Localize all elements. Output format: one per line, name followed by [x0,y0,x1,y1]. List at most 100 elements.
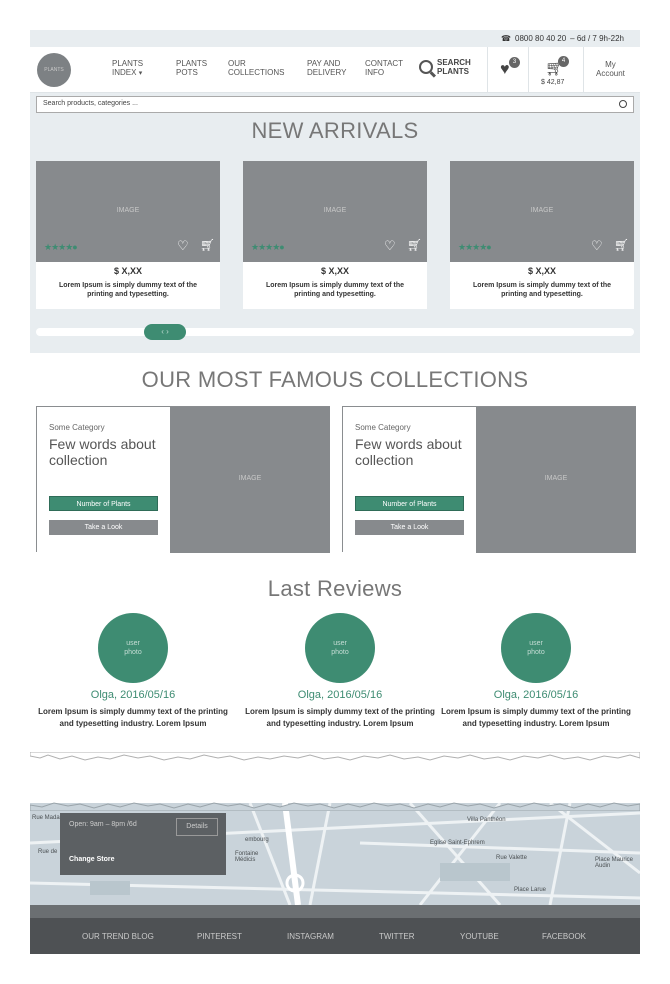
store-card: Open: 9am – 8pm /6d Details Change Store [60,813,226,875]
rating-stars: ★★★★● [458,242,492,252]
product-description: Lorem Ipsum is simply dummy text of the … [265,282,405,298]
reviews-section: user photo Olga, 2016/05/16 Lorem Ipsum i… [30,613,640,753]
cart-icon[interactable]: 🛒︎ [200,238,215,252]
cart-icon[interactable]: 🛒︎ [614,238,629,252]
heart-icon[interactable]: ♡ [177,238,189,254]
nav-item-contact[interactable]: CONTACT INFO [365,59,403,77]
collections-section: Some Category Few words about collection… [30,406,640,553]
footer-link-youtube[interactable]: YOUTUBE [460,932,499,941]
heart-icon: ♥ [500,61,510,78]
wishlist-button[interactable]: ♥ 3 [500,57,520,79]
map-label: Place Larue [514,887,547,893]
collection-image[interactable]: IMAGE [476,407,636,553]
review-text: Lorem Ipsum is simply dummy text of the … [441,707,631,728]
footer-link-blog[interactable]: OUR TREND BLOG [82,932,154,941]
rating-stars: ★★★★● [44,242,78,252]
account-label: Account [596,69,625,78]
nav-item-collections[interactable]: OUR COLLECTIONS [228,59,284,77]
product-image[interactable]: IMAGE ★★★★● ♡ 🛒︎ [36,161,220,262]
store-map[interactable]: Villa Panthéon Eglise Saint-Ephrem Fonta… [30,803,640,905]
heart-icon[interactable]: ♡ [591,238,603,254]
collection-category: Some Category [355,423,411,432]
store-hours: Open: 9am – 8pm /6d [69,821,137,828]
review-author: Olga, 2016/05/16 [493,689,579,701]
cart-button[interactable]: 🛒︎ 4 [545,56,569,77]
product-image[interactable]: IMAGE ★★★★● ♡ 🛒︎ [450,161,634,262]
phone-icon: ☎ [501,34,511,43]
nav-divider [583,47,584,93]
search-icon [419,60,433,74]
map-label: Fontaine Médicis [235,851,259,863]
product-card[interactable]: IMAGE ★★★★● ♡ 🛒︎ $ X,XX Lorem Ipsum is s… [243,161,427,309]
nav-divider [528,47,529,93]
section-title: NEW ARRIVALS [251,118,419,143]
avatar-label: photo [124,649,142,656]
review-text: Lorem Ipsum is simply dummy text of the … [38,707,228,728]
search-label: SEARCH [437,58,471,67]
footer-link-facebook[interactable]: FACEBOOK [542,932,586,941]
number-of-plants-button[interactable]: Number of Plants [355,496,464,511]
search-icon[interactable] [619,100,627,108]
change-store-button[interactable]: Change Store [69,856,115,863]
logo[interactable]: PLANTS [37,52,71,87]
footer-strip [30,905,640,918]
product-carousel: IMAGE ★★★★● ♡ 🛒︎ $ X,XX Lorem Ipsum is s… [36,161,634,309]
footer-link-pinterest[interactable]: PINTEREST [197,932,242,941]
nav-item-label: CONTACT [365,59,404,68]
account-label: My [605,60,616,69]
take-a-look-button[interactable]: Take a Look [355,520,464,535]
map-label: Villa Panthéon [467,817,506,823]
review-text: Lorem Ipsum is simply dummy text of the … [245,707,435,728]
nav-item-pay-delivery[interactable]: PAY AND DELIVERY [307,59,346,77]
product-card[interactable]: IMAGE ★★★★● ♡ 🛒︎ $ X,XX Lorem Ipsum is s… [36,161,220,309]
footer-link-twitter[interactable]: TWITTER [379,932,415,941]
nav-item-label: DELIVERY [307,68,347,77]
nav-item-label: POTS [176,68,198,77]
opening-hours: – 6d / 7 9h-22h [570,34,624,43]
torn-edge [30,802,640,811]
phone-number[interactable]: 0800 80 40 20 [515,34,566,43]
avatar-label: user [333,640,347,647]
nav-item-plants-index[interactable]: PLANTS INDEX ▾ [112,59,143,78]
map-label: Eglise Saint-Ephrem [430,840,485,846]
collection-headline: Few words about collection [355,436,462,468]
carousel-scrollbar[interactable]: ‹ › [36,324,634,340]
review-item: user photo Olga, 2016/05/16 Lorem Ipsum i… [240,613,440,736]
review-item: user photo Olga, 2016/05/16 Lorem Ipsum i… [33,613,233,736]
avatar-label: photo [331,649,349,656]
collection-card: Some Category Few words about collection… [342,406,636,553]
page: ☎ 0800 80 40 20 – 6d / 7 9h-22h PLANTS P… [30,30,640,753]
heart-icon[interactable]: ♡ [384,238,396,254]
number-of-plants-button[interactable]: Number of Plants [49,496,158,511]
review-author: Olga, 2016/05/16 [297,689,383,701]
details-button[interactable]: Details [176,818,218,836]
map-label: embourg [245,837,269,843]
collection-image[interactable]: IMAGE [170,407,330,553]
product-description: Lorem Ipsum is simply dummy text of the … [472,282,612,298]
avatar: user photo [305,613,375,683]
footer-area: Villa Panthéon Eglise Saint-Ephrem Fonta… [30,803,640,954]
cart-badge: 4 [558,56,569,67]
torn-edge [30,752,640,761]
search-input[interactable]: Search products, categories ... [36,96,634,113]
footer-link-instagram[interactable]: INSTAGRAM [287,932,334,941]
take-a-look-button[interactable]: Take a Look [49,520,158,535]
nav-item-label: OUR [228,59,246,68]
cart-icon[interactable]: 🛒︎ [407,238,422,252]
product-card[interactable]: IMAGE ★★★★● ♡ 🛒︎ $ X,XX Lorem Ipsum is s… [450,161,634,309]
search-row: Search products, categories ... [30,93,640,116]
nav-item-label: INFO [365,68,385,77]
product-price: $ X,XX [527,266,556,276]
footer-links-bar: OUR TREND BLOG PINTEREST INSTAGRAM TWITT… [30,918,640,954]
carousel-scroll-handle[interactable]: ‹ › [144,324,186,340]
nav-item-label: PLANTS [176,59,208,68]
avatar: user photo [98,613,168,683]
my-account-link[interactable]: My Account [596,60,625,78]
nav-divider [487,47,488,93]
search-placeholder: Search products, categories ... [43,100,138,107]
search-plants-button[interactable]: SEARCH PLANTS [419,58,471,76]
section-title: Last Reviews [267,576,403,601]
product-image[interactable]: IMAGE ★★★★● ♡ 🛒︎ [243,161,427,262]
cart-total: $ 42,87 [541,79,565,86]
nav-item-plants-pots[interactable]: PLANTS POTS [176,59,207,77]
